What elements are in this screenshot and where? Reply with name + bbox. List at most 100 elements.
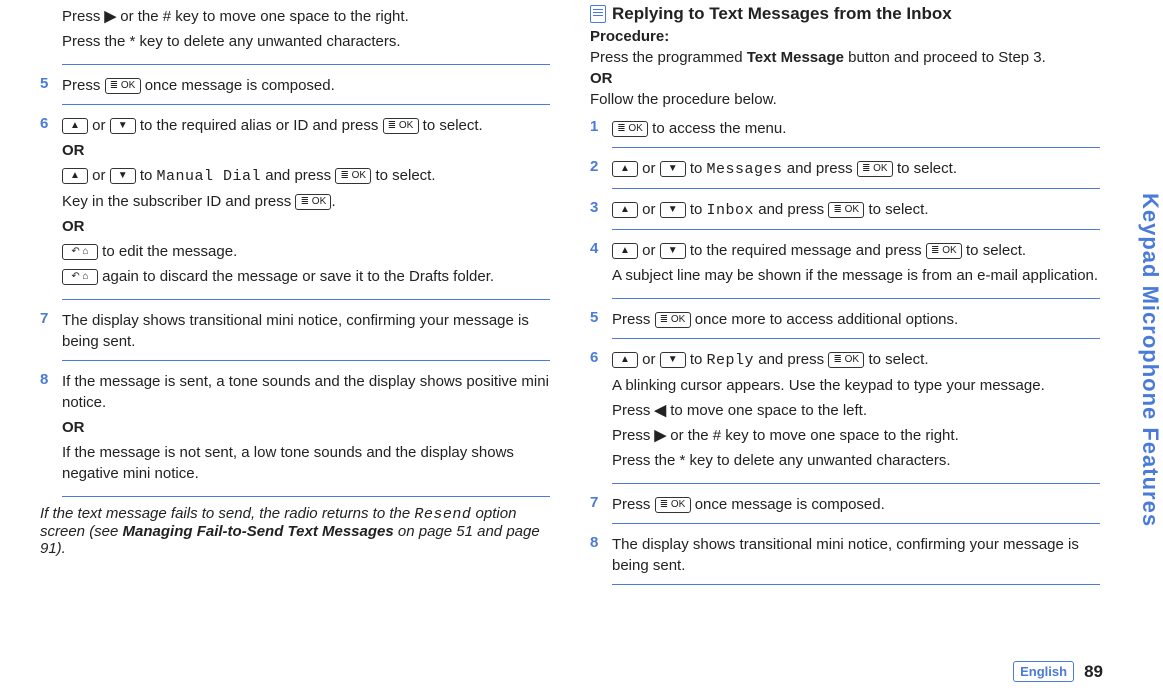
language-badge: English <box>1013 661 1074 682</box>
left-column: Press ▶ or the # key to move one space t… <box>30 0 560 660</box>
step-6: 6 ▲ or ▼ to the required alias or ID and… <box>40 109 550 297</box>
text: to the required message and press <box>690 242 922 259</box>
text: or the # key to move one space to the ri… <box>670 427 959 444</box>
separator <box>62 64 550 65</box>
step-number: 8 <box>40 371 62 488</box>
side-tab-title: Keypad Microphone Features <box>1123 60 1163 660</box>
text: Press <box>62 77 100 94</box>
section-heading: Replying to Text Messages from the Inbox <box>590 0 1100 28</box>
separator <box>612 338 1100 339</box>
or-label: OR <box>590 70 1100 87</box>
ok-key-icon: ≣ OK <box>383 118 419 134</box>
text: or <box>642 160 655 177</box>
ok-key-icon: ≣ OK <box>926 243 962 259</box>
procedure-intro: Press the programmed Text Message button… <box>590 49 1100 66</box>
menu-option: Manual Dial <box>157 168 262 185</box>
button-name: Text Message <box>747 49 844 66</box>
step-3: 3 ▲ or ▼ to Inbox and press ≣ OK to sele… <box>590 193 1100 227</box>
menu-option: Inbox <box>707 202 755 219</box>
step-5: 5 Press ≣ OK once more to access additio… <box>590 303 1100 336</box>
text: or <box>92 167 105 184</box>
ok-key-icon: ≣ OK <box>828 202 864 218</box>
step-number: 7 <box>590 494 612 515</box>
step-number: 6 <box>590 349 612 475</box>
text: Press <box>612 402 650 419</box>
step-text: The display shows transitional mini noti… <box>62 310 550 352</box>
step-4: 4 ▲ or ▼ to the required message and pre… <box>590 234 1100 296</box>
up-key-icon: ▲ <box>612 161 638 177</box>
down-key-icon: ▼ <box>660 202 686 218</box>
text: and press <box>787 160 853 177</box>
step-number: 2 <box>590 158 612 180</box>
step-7: 7 Press ≣ OK once message is composed. <box>590 488 1100 521</box>
up-key-icon: ▲ <box>62 118 88 134</box>
text: to the required alias or ID and press <box>140 117 378 134</box>
text: . <box>331 193 335 210</box>
step-6: 6 ▲ or ▼ to Reply and press ≣ OK to sele… <box>590 343 1100 481</box>
down-key-icon: ▼ <box>660 243 686 259</box>
text: to select. <box>423 117 483 134</box>
text: If the message is sent, a tone sounds an… <box>62 371 550 413</box>
text: to <box>690 160 703 177</box>
text: If the message is not sent, a low tone s… <box>62 442 550 484</box>
text: to <box>690 201 703 218</box>
menu-option: Resend <box>414 506 471 523</box>
text: to select. <box>868 201 928 218</box>
text: Press <box>612 496 650 513</box>
text: to select. <box>375 167 435 184</box>
separator <box>612 584 1100 585</box>
text: to <box>140 167 153 184</box>
step-7: 7 The display shows transitional mini no… <box>40 304 550 358</box>
down-key-icon: ▼ <box>660 161 686 177</box>
step-1: 1 ≣ OK to access the menu. <box>590 112 1100 145</box>
ok-key-icon: ≣ OK <box>612 121 648 137</box>
menu-option: Reply <box>707 352 755 369</box>
text: Press <box>62 8 100 25</box>
ok-key-icon: ≣ OK <box>655 497 691 513</box>
text: Key in the subscriber ID and press <box>62 193 291 210</box>
text: Press <box>612 427 650 444</box>
step-2: 2 ▲ or ▼ to Messages and press ≣ OK to s… <box>590 152 1100 186</box>
page-number: 89 <box>1084 662 1103 682</box>
page-footer: English 89 <box>1013 661 1103 682</box>
text: A blinking cursor appears. Use the keypa… <box>612 375 1100 396</box>
text: once message is composed. <box>695 496 885 513</box>
footer-note: If the text message fails to send, the r… <box>40 505 550 557</box>
ok-key-icon: ≣ OK <box>828 352 864 368</box>
step-number: 3 <box>590 199 612 221</box>
text: or <box>92 117 105 134</box>
pre-step-continuation: Press ▶ or the # key to move one space t… <box>40 0 550 62</box>
text: Press the * key to delete any unwanted c… <box>62 31 550 52</box>
page-content: Press ▶ or the # key to move one space t… <box>0 0 1163 660</box>
separator <box>612 298 1100 299</box>
text: A subject line may be shown if the messa… <box>612 265 1100 286</box>
text: again to discard the message or save it … <box>102 268 494 285</box>
text: or <box>642 242 655 259</box>
text: or <box>642 351 655 368</box>
step-number: 8 <box>590 534 612 576</box>
step-number: 7 <box>40 310 62 352</box>
text: button and proceed to Step 3. <box>844 49 1046 66</box>
back-key-icon: ↶ ⌂ <box>62 269 98 285</box>
text: to access the menu. <box>652 120 786 137</box>
separator <box>62 104 550 105</box>
ok-key-icon: ≣ OK <box>335 168 371 184</box>
separator <box>62 299 550 300</box>
text: Press the programmed <box>590 49 747 66</box>
step-number: 6 <box>40 115 62 291</box>
step-text: The display shows transitional mini noti… <box>612 534 1100 576</box>
text: to edit the message. <box>102 243 237 260</box>
up-key-icon: ▲ <box>612 352 638 368</box>
down-key-icon: ▼ <box>110 118 136 134</box>
ok-key-icon: ≣ OK <box>857 161 893 177</box>
text: Follow the procedure below. <box>590 91 1100 108</box>
text: to select. <box>868 351 928 368</box>
separator <box>612 523 1100 524</box>
down-key-icon: ▼ <box>660 352 686 368</box>
text: and press <box>758 351 824 368</box>
procedure-label: Procedure: <box>590 28 1100 45</box>
separator <box>612 188 1100 189</box>
right-column: Replying to Text Messages from the Inbox… <box>580 0 1110 660</box>
separator <box>612 483 1100 484</box>
ok-key-icon: ≣ OK <box>295 194 331 210</box>
